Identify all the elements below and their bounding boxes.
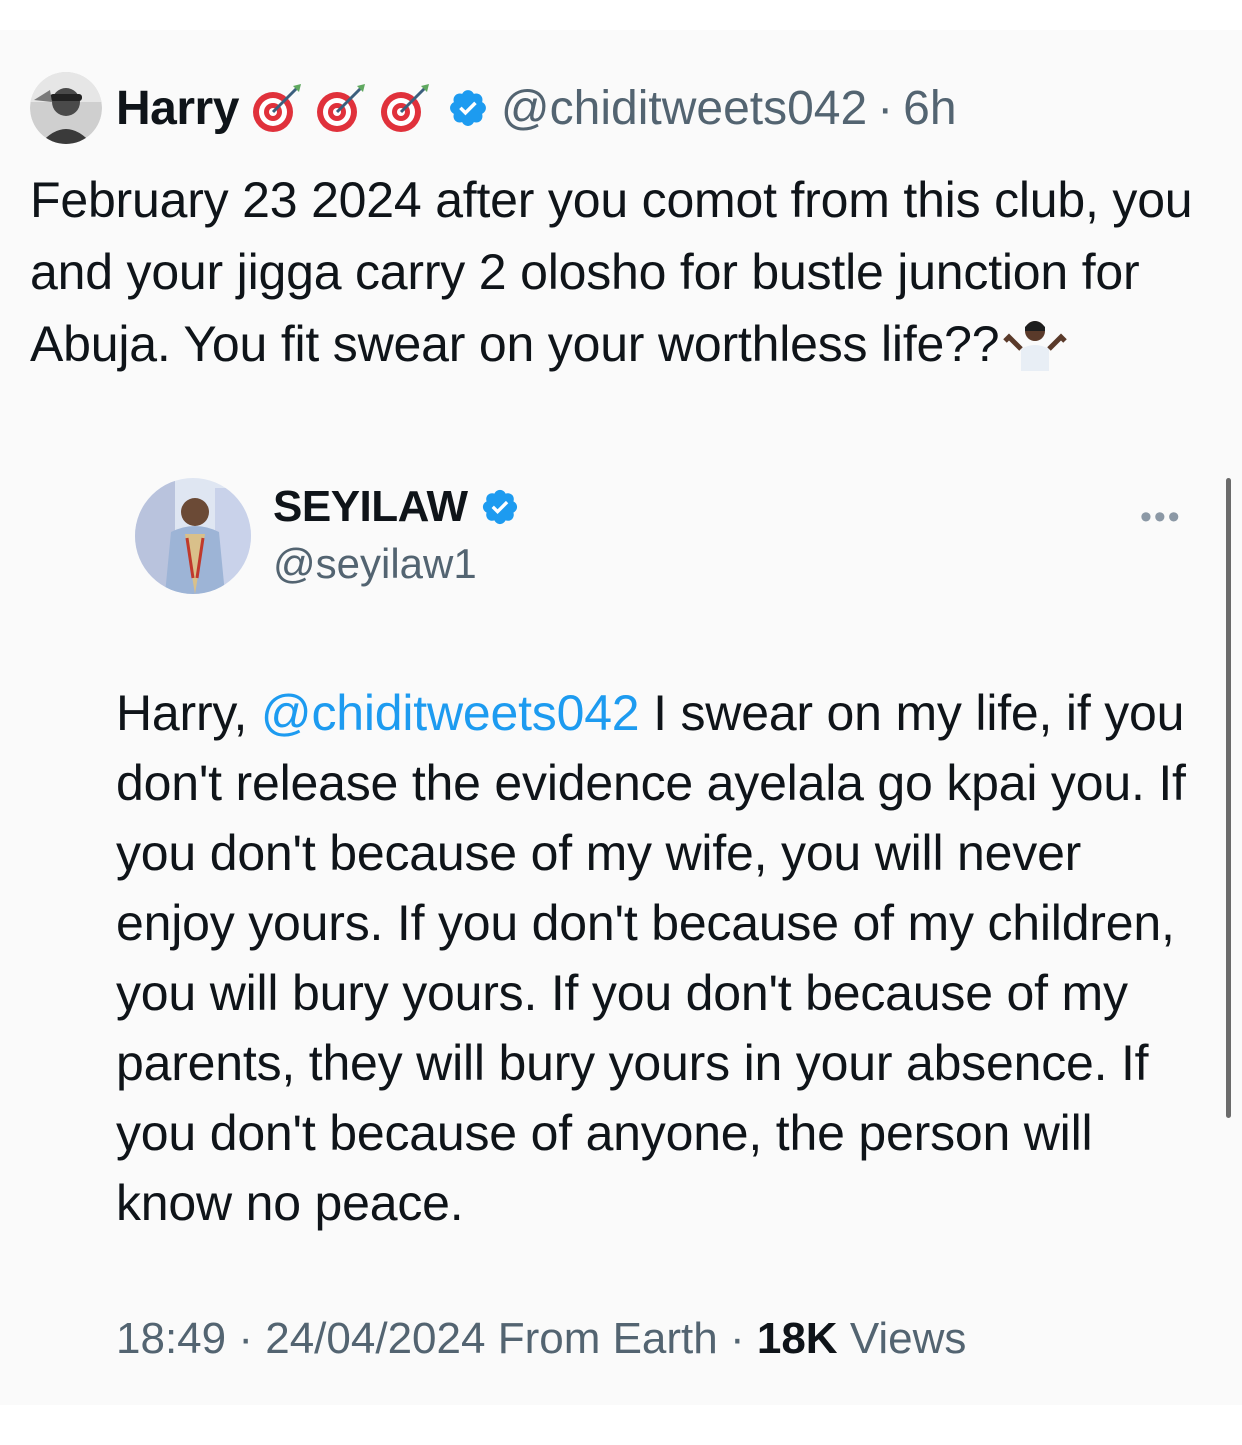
post-date[interactable]: 24/04/2024	[265, 1314, 485, 1363]
avatar[interactable]	[30, 72, 102, 144]
separator: ·	[877, 81, 894, 135]
mention-link[interactable]: @chiditweets042	[261, 685, 640, 741]
verified-badge-icon	[449, 90, 486, 126]
quoted-name-text[interactable]: SEYILAW	[273, 482, 468, 532]
person-shrugging-icon	[1003, 321, 1068, 371]
handle[interactable]: @chiditweets042	[501, 81, 867, 136]
tweet-meta: 18:49 · 24/04/2024 From Earth · 18K View…	[116, 1314, 966, 1364]
views-count[interactable]: 18K	[757, 1314, 838, 1363]
display-name[interactable]: Harry	[116, 81, 239, 136]
top-whitespace	[0, 0, 1242, 30]
quoted-tweet-text: Harry, @chiditweets042 I swear on my lif…	[116, 678, 1196, 1238]
quoted-avatar[interactable]	[135, 478, 251, 594]
dart-icon	[380, 84, 429, 132]
quoted-handle[interactable]: @seyilaw1	[273, 540, 477, 588]
quoted-display-name[interactable]: SEYILAW	[273, 482, 532, 532]
quoted-text-body: I swear on my life, if you don't release…	[116, 685, 1186, 1231]
dart-icon	[252, 84, 301, 132]
verified-badge-icon	[482, 489, 517, 525]
views-label: Views	[849, 1314, 967, 1363]
meta-separator: ·	[238, 1314, 253, 1363]
tweet-header: Harry @chiditweets042 · 6h	[30, 72, 957, 144]
tweet-text: February 23 2024 after you comot from th…	[30, 164, 1235, 380]
dart-icon	[316, 84, 365, 132]
meta-separator: ·	[729, 1314, 745, 1363]
post-source: From Earth	[497, 1314, 718, 1363]
post-time[interactable]: 18:49	[116, 1314, 226, 1363]
more-options-icon[interactable]: •••	[1140, 498, 1182, 537]
scrollbar[interactable]	[1226, 478, 1231, 1118]
quoted-text-prefix: Harry,	[116, 685, 261, 741]
timestamp[interactable]: 6h	[903, 81, 956, 136]
